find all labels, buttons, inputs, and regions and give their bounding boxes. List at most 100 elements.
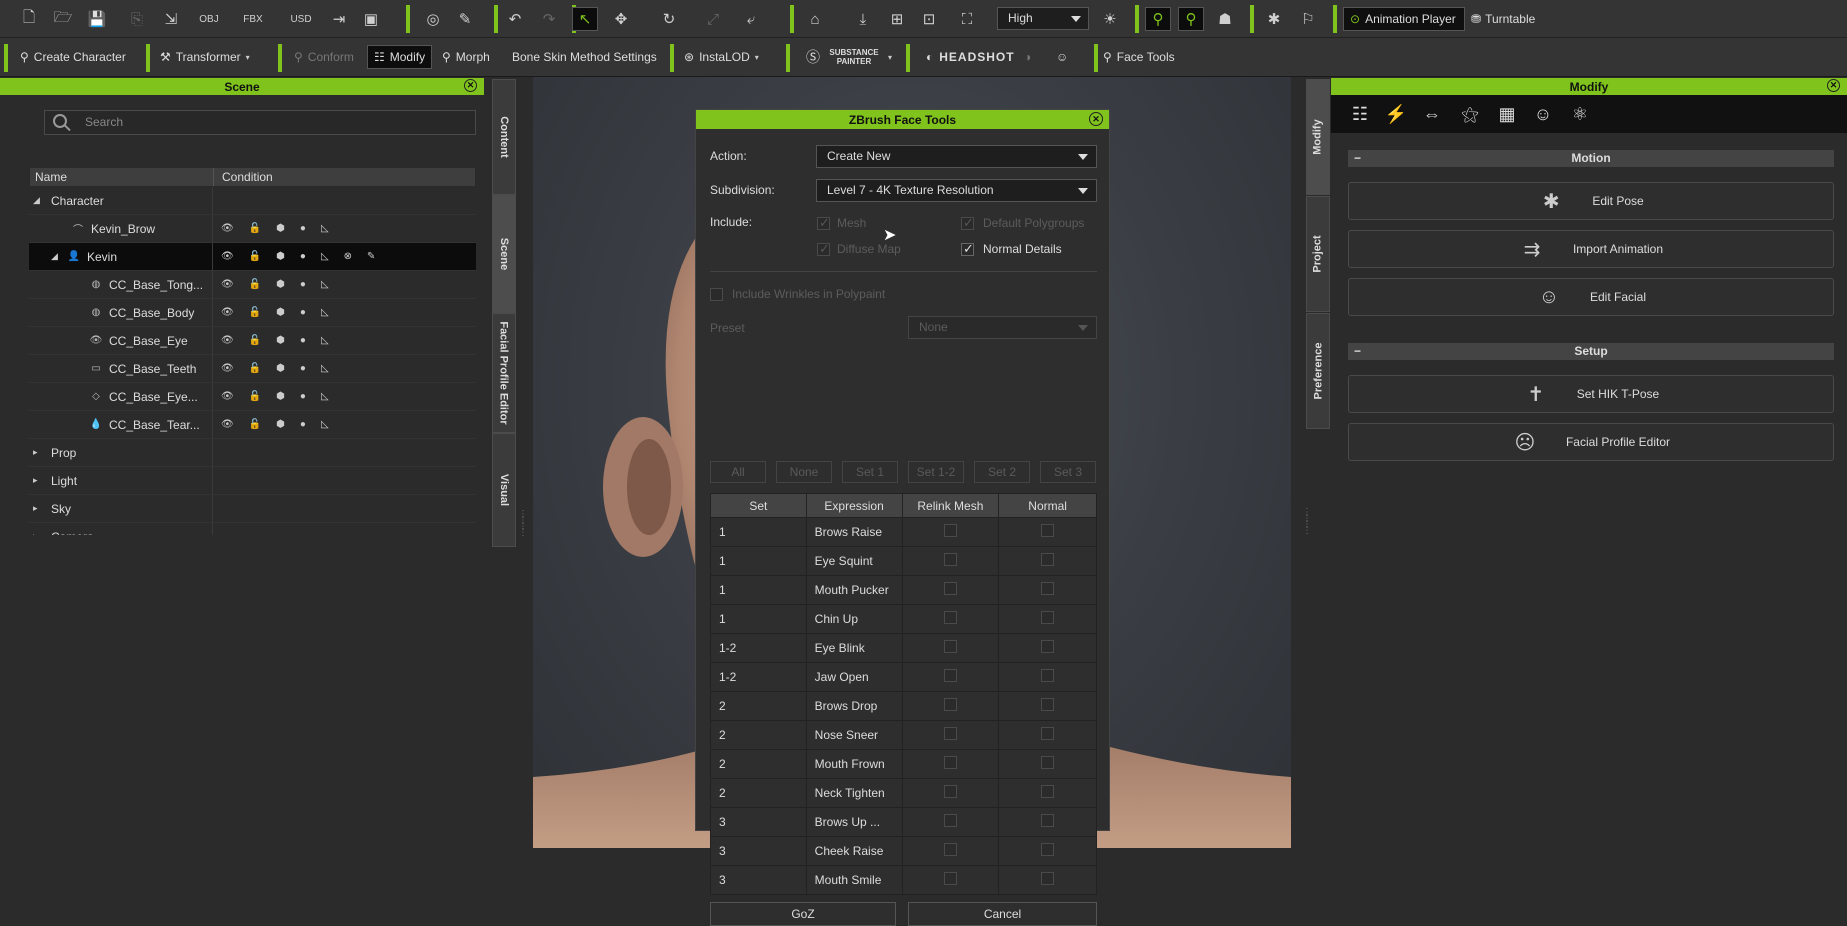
scene-tree-row[interactable]: ⌒ Kevin_Brow 👁 🔓 ⬢ ● ◺ — [29, 215, 476, 243]
normal-checkbox[interactable] — [1041, 756, 1055, 769]
scene-search-input[interactable]: Search — [44, 110, 476, 135]
side-tab-facial-profile-editor[interactable]: Facial Profile Editor — [492, 313, 516, 433]
normal-checkbox[interactable] — [1041, 669, 1055, 682]
subdivision-icon[interactable]: ◺ — [321, 279, 329, 290]
normal-checkbox[interactable] — [1041, 698, 1055, 711]
expand-toggle-icon[interactable]: ◢ — [33, 195, 47, 206]
facial-profile-editor-button[interactable]: ☹ Facial Profile Editor — [1348, 423, 1834, 461]
expand-toggle-icon[interactable]: ▸ — [33, 475, 47, 486]
drop-to-floor-icon[interactable]: ⤓ — [850, 7, 876, 31]
add-icon[interactable]: ⊞ — [884, 7, 910, 31]
subdivision-icon[interactable]: ◺ — [321, 335, 329, 346]
open-folder-icon[interactable]: 🗁 — [50, 7, 76, 31]
header-relink-mesh[interactable]: Relink Mesh — [901, 493, 1000, 518]
preset-select[interactable]: None — [908, 316, 1097, 339]
body-icon[interactable]: ☗ — [1212, 7, 1238, 31]
expand-toggle-icon[interactable]: ▸ — [33, 447, 47, 458]
export-icon[interactable]: ⎘ — [124, 7, 150, 31]
expression-row[interactable]: 1 Chin Up — [710, 604, 1097, 634]
scene-tree-row[interactable]: ▭ CC_Base_Teeth 👁 🔓 ⬢ ● ◺ — [29, 355, 476, 383]
relink-mesh-checkbox[interactable] — [943, 698, 957, 711]
normal-checkbox[interactable] — [1041, 843, 1055, 856]
frame-icon[interactable]: ⛶ — [954, 7, 980, 31]
relink-mesh-checkbox[interactable] — [943, 756, 957, 769]
subdivision-icon[interactable]: ◺ — [321, 391, 329, 402]
side-tab-preference[interactable]: Preference — [1306, 313, 1330, 429]
visibility-icon[interactable]: 👁 — [221, 307, 234, 318]
edit-pose-button[interactable]: ✱ Edit Pose — [1348, 182, 1834, 220]
sliders-icon[interactable]: ☷ — [1346, 100, 1374, 128]
quality-select[interactable]: High — [997, 7, 1089, 30]
bone-skin-button[interactable]: Bone Skin Method Settings — [512, 45, 657, 69]
lock-icon[interactable]: 🔓 — [249, 307, 261, 318]
side-tab-content[interactable]: Content — [492, 79, 516, 195]
relink-mesh-checkbox[interactable] — [943, 669, 957, 682]
shading-icon[interactable]: ● — [300, 363, 306, 374]
scene-tree-row[interactable]: ▸ Light — [29, 467, 476, 495]
shading-icon[interactable]: ● — [300, 335, 306, 346]
action-select[interactable]: Create New — [816, 145, 1097, 168]
create-character-button[interactable]: ⚲ Create Character — [20, 45, 126, 69]
shading-icon[interactable]: ● — [300, 279, 306, 290]
flag-icon[interactable]: ⚐ — [1295, 7, 1321, 31]
lock-icon[interactable]: 🔓 — [249, 335, 261, 346]
camera-target-icon[interactable]: ◎ — [420, 7, 446, 31]
normal-checkbox[interactable] — [1041, 524, 1055, 537]
preset-button-set-3[interactable]: Set 3 — [1040, 461, 1096, 483]
resize-handle[interactable]: ⋮ ⋮ ⋮ ⋮ — [518, 510, 528, 538]
scene-tree-row[interactable]: ◢ 👤 Kevin 👁 🔓 ⬢ ● ◺ ⊗ ✎ — [29, 243, 476, 271]
scene-tree-row[interactable]: ▸ Prop — [29, 439, 476, 467]
shading-icon[interactable]: ● — [300, 307, 306, 318]
render-mode-icon[interactable]: ⬢ — [276, 307, 285, 318]
scene-tree-row[interactable]: 💧 CC_Base_Tear... 👁 🔓 ⬢ ● ◺ — [29, 411, 476, 439]
relink-mesh-checkbox[interactable] — [943, 727, 957, 740]
relink-mesh-checkbox[interactable] — [943, 640, 957, 653]
light-icon[interactable]: ☀ — [1097, 7, 1123, 31]
subdivision-icon[interactable]: ◺ — [321, 251, 329, 262]
scene-tree-row[interactable]: ◍ CC_Base_Tong... 👁 🔓 ⬢ ● ◺ — [29, 271, 476, 299]
goz-button[interactable]: GoZ — [710, 902, 896, 926]
fk-icon[interactable]: ⚲ — [1178, 7, 1204, 31]
import-icon[interactable]: ⇲ — [158, 7, 184, 31]
cancel-button[interactable]: Cancel — [908, 902, 1097, 926]
expression-row[interactable]: 1 Eye Squint — [710, 546, 1097, 576]
scene-tree-row[interactable]: ◍ CC_Base_Body 👁 🔓 ⬢ ● ◺ — [29, 299, 476, 327]
render-mode-icon[interactable]: ⬢ — [276, 419, 285, 430]
relink-mesh-checkbox[interactable] — [943, 785, 957, 798]
shading-icon[interactable]: ● — [300, 419, 306, 430]
home-icon[interactable]: ⌂ — [802, 7, 828, 31]
diffuse-map-checkbox[interactable] — [817, 241, 830, 257]
import-animation-button[interactable]: ⇉ Import Animation — [1348, 230, 1834, 268]
default-polygroups-checkbox[interactable] — [961, 215, 974, 231]
scene-tree-row[interactable]: 👁 CC_Base_Eye 👁 🔓 ⬢ ● ◺ — [29, 327, 476, 355]
expression-row[interactable]: 3 Cheek Raise — [710, 836, 1097, 866]
expression-row[interactable]: 2 Neck Tighten — [710, 778, 1097, 808]
expression-row[interactable]: 3 Mouth Smile — [710, 865, 1097, 895]
normal-checkbox[interactable] — [1041, 640, 1055, 653]
normal-checkbox[interactable] — [1041, 727, 1055, 740]
morph-icon[interactable]: ⚝ — [1456, 100, 1484, 128]
render-mode-icon[interactable]: ⬢ — [276, 335, 285, 346]
modify-button[interactable]: ☷ Modify — [367, 45, 433, 69]
side-tab-visual[interactable]: Visual — [492, 433, 516, 547]
select-arrow-icon[interactable]: ↖ — [572, 7, 598, 31]
lock-icon[interactable]: 🔓 — [249, 251, 261, 262]
visibility-icon[interactable]: 👁 — [221, 391, 234, 402]
visibility-icon[interactable]: 👁 — [221, 363, 234, 374]
relink-mesh-checkbox[interactable] — [943, 814, 957, 827]
resize-handle[interactable]: ⋮ ⋮ ⋮ ⋮ — [1302, 508, 1312, 536]
relink-mesh-checkbox[interactable] — [943, 553, 957, 566]
visibility-icon[interactable]: 👁 — [221, 279, 234, 290]
scene-tree-row[interactable]: ◇ CC_Base_Eye... 👁 🔓 ⬢ ● ◺ — [29, 383, 476, 411]
relink-mesh-checkbox[interactable] — [943, 524, 957, 537]
subdivision-icon[interactable]: ◺ — [321, 363, 329, 374]
relink-mesh-checkbox[interactable] — [943, 611, 957, 624]
side-tab-modify[interactable]: Modify — [1306, 79, 1330, 195]
exit-icon[interactable]: ⇥ — [326, 7, 352, 31]
checker-icon[interactable]: ▦ — [1493, 100, 1521, 128]
shading-icon[interactable]: ● — [300, 391, 306, 402]
scale-icon[interactable]: ⇔ — [1418, 100, 1446, 128]
lock-icon[interactable]: 🔓 — [249, 419, 261, 430]
subdivision-icon[interactable]: ◺ — [321, 307, 329, 318]
move-icon[interactable]: ✥ — [608, 7, 634, 31]
